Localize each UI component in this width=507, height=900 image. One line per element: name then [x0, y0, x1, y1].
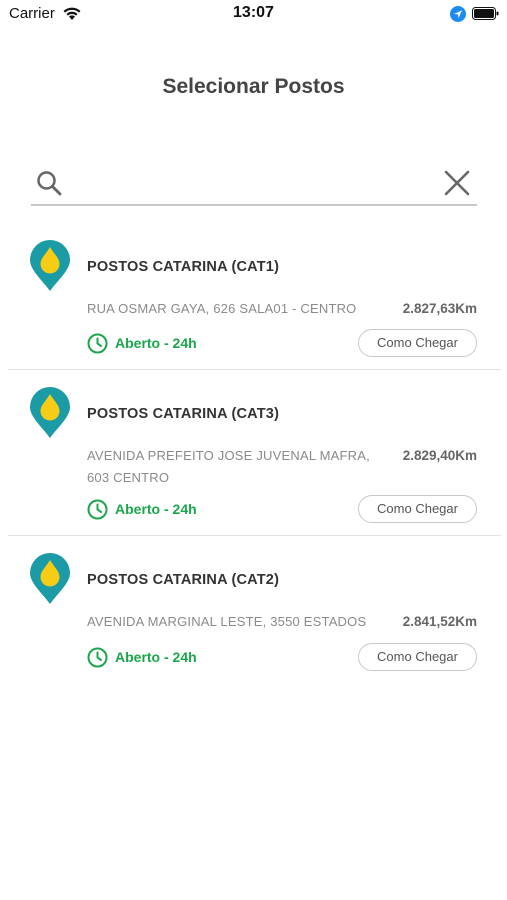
close-icon[interactable] [443, 169, 471, 197]
map-pin-icon [30, 240, 70, 291]
battery-icon [472, 7, 499, 20]
search-icon[interactable] [36, 170, 62, 196]
clock-icon [87, 333, 108, 353]
clock-icon [87, 499, 108, 519]
como-chegar-button[interactable]: Como Chegar [358, 643, 477, 671]
station-distance: 2.827,63Km [402, 301, 477, 316]
station-list-item[interactable]: POSTOS CATARINA (CAT2) AVENIDA MARGINAL … [8, 536, 501, 686]
opening-status: Aberto - 24h [87, 646, 197, 668]
station-name: POSTOS CATARINA (CAT1) [87, 259, 280, 275]
status-text: Aberto - 24h [115, 649, 197, 665]
station-address: AVENIDA MARGINAL LESTE, 3550 ESTADOS [87, 614, 367, 629]
station-address: AVENIDA PREFEITO JOSE JUVENAL MAFRA, 603… [87, 448, 370, 485]
clock-icon [87, 647, 108, 667]
search-input[interactable] [75, 168, 425, 198]
status-text: Aberto - 24h [115, 335, 197, 351]
status-text: Aberto - 24h [115, 501, 197, 517]
page-title: Selecionar Postos [162, 75, 345, 98]
opening-status: Aberto - 24h [87, 332, 197, 354]
map-pin-icon [30, 387, 70, 438]
location-services-icon [450, 6, 466, 22]
clock-time: 13:07 [233, 4, 274, 21]
station-distance: 2.841,52Km [402, 614, 477, 629]
map-pin-icon [30, 553, 70, 604]
station-address: RUA OSMAR GAYA, 626 SALA01 - CENTRO [87, 301, 357, 316]
como-chegar-button[interactable]: Como Chegar [358, 495, 477, 523]
station-list-item[interactable]: POSTOS CATARINA (CAT3) AVENIDA PREFEITO … [8, 370, 501, 536]
station-distance: 2.829,40Km [402, 448, 477, 463]
station-list-item[interactable]: POSTOS CATARINA (CAT1) RUA OSMAR GAYA, 6… [8, 232, 501, 370]
station-name: POSTOS CATARINA (CAT3) [87, 406, 280, 422]
como-chegar-button[interactable]: Como Chegar [358, 329, 477, 357]
search-bar [31, 164, 477, 206]
status-bar: Carrier 13:07 [0, 0, 507, 28]
station-name: POSTOS CATARINA (CAT2) [87, 572, 280, 588]
opening-status: Aberto - 24h [87, 498, 197, 520]
